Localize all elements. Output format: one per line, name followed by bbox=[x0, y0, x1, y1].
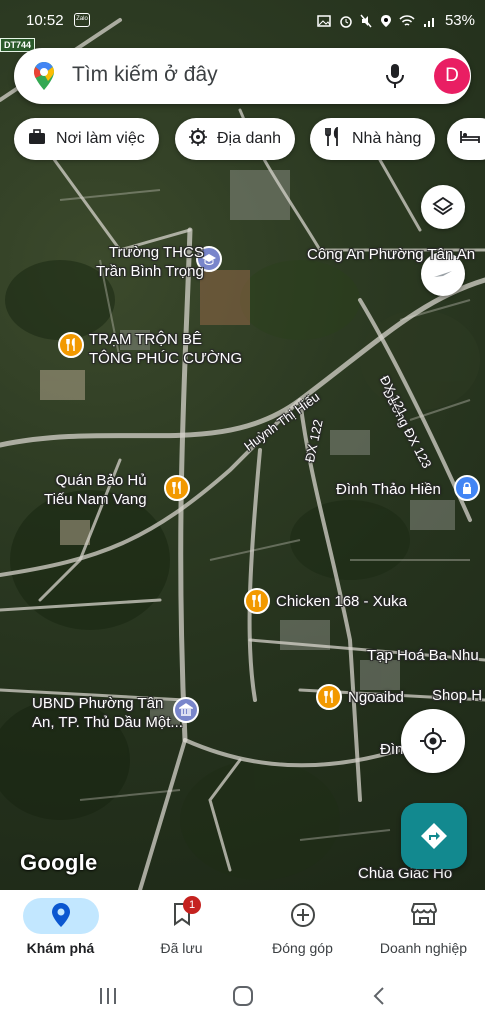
home-icon[interactable] bbox=[228, 984, 258, 1008]
hotel-icon bbox=[459, 130, 481, 149]
tab-label: Khám phá bbox=[26, 940, 95, 956]
explore-icon bbox=[0, 902, 121, 930]
batching-plant-label: TRẠM TRỘN BÊ TÔNG PHÚC CƯỜNG bbox=[89, 330, 242, 368]
storefront-icon bbox=[363, 902, 484, 930]
add-circle-icon bbox=[242, 902, 363, 930]
my-location-button[interactable] bbox=[401, 709, 465, 773]
grocery-label: Tạp Hoá Ba Nhu bbox=[367, 647, 479, 664]
image-icon bbox=[317, 14, 331, 27]
restaurant-poi-icon[interactable] bbox=[316, 684, 342, 710]
tab-label: Đóng góp bbox=[272, 940, 333, 956]
restaurant-poi-icon[interactable] bbox=[244, 588, 270, 614]
chicken-label: Chicken 168 - Xuka bbox=[276, 593, 407, 610]
chip-work[interactable]: Nơi làm việc bbox=[14, 118, 159, 160]
restaurant-icon bbox=[322, 125, 344, 152]
directions-icon bbox=[421, 823, 447, 849]
briefcase-icon bbox=[26, 128, 48, 150]
directions-button[interactable] bbox=[401, 803, 467, 869]
landmark-icon bbox=[187, 127, 209, 152]
temple-label: Đình Thảo Hiền bbox=[336, 481, 441, 498]
battery-level: 53% bbox=[444, 12, 475, 29]
map-view[interactable]: 10:52 Zalo 53% DT744 Tìm kiếm ở đây D Nơ… bbox=[0, 0, 485, 890]
avatar[interactable]: D bbox=[434, 58, 470, 94]
chip-hotels[interactable] bbox=[447, 118, 485, 160]
shop-label: Shop H bbox=[432, 687, 483, 704]
chip-label: Địa danh bbox=[217, 130, 282, 147]
label-line: TRẠM TRỘN BÊ bbox=[89, 331, 203, 348]
mute-icon bbox=[360, 14, 372, 28]
zalo-notification-icon: Zalo bbox=[74, 13, 90, 27]
saved-badge: 1 bbox=[183, 896, 201, 914]
alarm-icon bbox=[339, 15, 352, 28]
temple-poi-icon[interactable] bbox=[454, 475, 480, 501]
dinh-label: Đìn bbox=[380, 741, 404, 758]
restaurant-poi-icon[interactable] bbox=[58, 332, 84, 358]
police-label: Công An Phường Tân An bbox=[307, 246, 476, 263]
tab-label: Đã lưu bbox=[160, 940, 203, 956]
wifi-icon bbox=[399, 14, 415, 26]
label-line: UBND Phường Tân bbox=[32, 695, 164, 712]
ubnd-label: UBND Phường Tân An, TP. Thủ Dầu Một... bbox=[32, 694, 183, 732]
label-line: Trần Bình Trọng bbox=[96, 263, 204, 280]
signal-icon bbox=[424, 17, 434, 27]
tab-contribute[interactable]: Đóng góp bbox=[242, 890, 363, 968]
back-icon[interactable] bbox=[364, 984, 394, 1008]
search-input[interactable]: Tìm kiếm ở đây bbox=[72, 63, 218, 87]
tab-business[interactable]: Doanh nghiệp bbox=[363, 890, 484, 968]
google-watermark: Google bbox=[20, 850, 98, 875]
label-line: Tiếu Nam Vang bbox=[44, 491, 147, 508]
bottom-navigation: Khám phá 1 Đã lưu Đóng góp Doanh nghiệp bbox=[0, 890, 485, 968]
recent-apps-icon[interactable] bbox=[93, 984, 123, 1008]
chip-label: Nơi làm việc bbox=[56, 130, 145, 147]
tab-saved[interactable]: 1 Đã lưu bbox=[121, 890, 242, 968]
restaurant-quan-label: Quán Bảo Hủ Tiếu Nam Vang bbox=[44, 471, 147, 509]
label-line: TÔNG PHÚC CƯỜNG bbox=[89, 350, 243, 367]
google-maps-pin-icon bbox=[33, 61, 55, 96]
compass-icon bbox=[434, 271, 452, 277]
layers-button[interactable] bbox=[421, 185, 465, 229]
bookmark-icon bbox=[121, 902, 242, 930]
tab-explore[interactable]: Khám phá bbox=[0, 890, 121, 968]
chip-restaurants[interactable]: Nhà hàng bbox=[310, 118, 436, 160]
chip-label: Nhà hàng bbox=[352, 130, 422, 147]
school-label: Trường THCS Trần Bình Trọng bbox=[96, 243, 204, 281]
label-line: An, TP. Thủ Dầu Một... bbox=[32, 714, 183, 731]
chip-landmarks[interactable]: Địa danh bbox=[175, 118, 296, 160]
ngoaibd-label: Ngoaibd bbox=[348, 689, 404, 706]
label-line: Quán Bảo Hủ bbox=[55, 472, 147, 489]
my-location-icon bbox=[420, 728, 446, 754]
label-line: Trường THCS bbox=[108, 244, 204, 261]
status-bar: 10:52 Zalo 53% bbox=[0, 0, 485, 44]
system-navigation-bar bbox=[0, 968, 485, 1024]
search-bar[interactable]: Tìm kiếm ở đây D bbox=[14, 48, 471, 104]
microphone-icon[interactable] bbox=[384, 63, 406, 94]
status-icons bbox=[317, 12, 437, 28]
restaurant-poi-icon[interactable] bbox=[164, 475, 190, 501]
tab-label: Doanh nghiệp bbox=[379, 940, 468, 956]
location-status-icon bbox=[380, 14, 391, 27]
status-time: 10:52 bbox=[26, 12, 64, 29]
layers-icon bbox=[432, 196, 454, 216]
